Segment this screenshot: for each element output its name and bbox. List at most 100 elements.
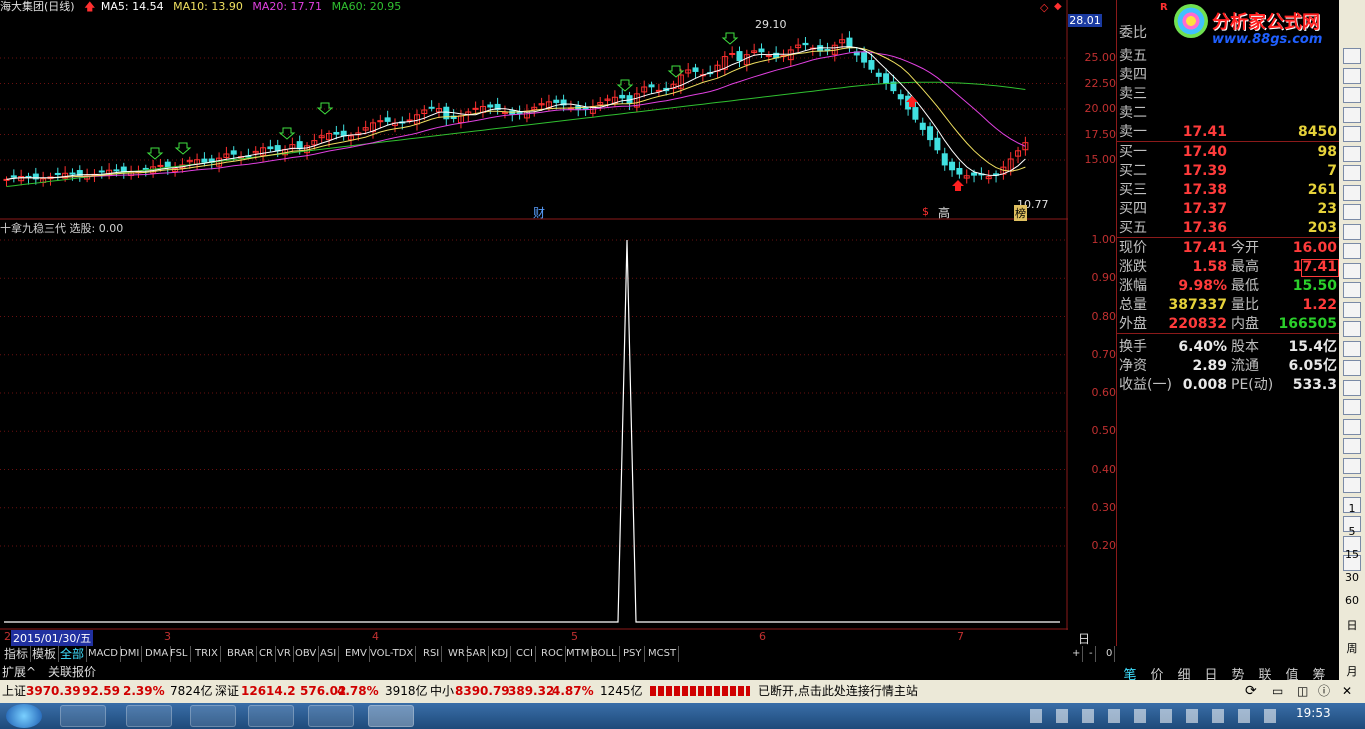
- tab-cci[interactable]: CCI: [514, 646, 536, 662]
- tab-vol-tdx[interactable]: VOL-TDX: [368, 646, 417, 662]
- period-button[interactable]: 周: [1339, 640, 1365, 656]
- toolbar-button-icon[interactable]: [1343, 477, 1361, 493]
- toolbar-button-icon[interactable]: [1343, 67, 1361, 84]
- restore-icon[interactable]: ◫: [1297, 680, 1308, 703]
- toolbar-button-icon[interactable]: [1343, 321, 1361, 337]
- toolbar-button-icon[interactable]: [1343, 204, 1361, 220]
- refresh-icon[interactable]: ⟳: [1245, 680, 1257, 703]
- period-button[interactable]: 1: [1339, 502, 1365, 515]
- stat-row[interactable]: 涨幅 9.98% 最低 15.50: [1117, 277, 1339, 296]
- toolbar-button-icon[interactable]: [1343, 243, 1361, 259]
- toolbar-button-icon[interactable]: [1343, 145, 1361, 162]
- tab-cr[interactable]: CR: [257, 646, 276, 662]
- toolbar-button-icon[interactable]: [1343, 165, 1361, 181]
- period-button[interactable]: 日: [1339, 617, 1365, 633]
- window-icon[interactable]: ▭: [1272, 680, 1283, 703]
- toolbar-button-icon[interactable]: [1343, 457, 1361, 474]
- sell-row-2[interactable]: 卖二: [1117, 104, 1339, 123]
- buy-row-4[interactable]: 买四 17.37 23: [1117, 200, 1339, 219]
- period-button[interactable]: 30: [1339, 571, 1365, 584]
- tab-control-button[interactable]: -: [1087, 646, 1096, 662]
- bang-marker[interactable]: 榜: [1014, 205, 1027, 221]
- stat-row[interactable]: 总量 387337 量比 1.22: [1117, 296, 1339, 315]
- tab-roc[interactable]: ROC: [539, 646, 566, 662]
- toolbar-button-icon[interactable]: [1343, 184, 1361, 201]
- start-button-icon[interactable]: [6, 704, 42, 728]
- taskbar-app-5-icon[interactable]: [308, 705, 354, 727]
- toolbar-button-icon[interactable]: [1343, 48, 1361, 64]
- stat-row[interactable]: 换手 6.40% 股本 15.4亿: [1117, 338, 1339, 357]
- toolbar-button-icon[interactable]: [1343, 282, 1361, 298]
- tab-vr[interactable]: VR: [275, 646, 294, 662]
- tab-全部[interactable]: 全部: [58, 646, 88, 662]
- extend-tab[interactable]: 扩展^: [2, 663, 36, 680]
- sell-row-5[interactable]: 卖五: [1117, 47, 1339, 66]
- toolbar-button-icon[interactable]: [1343, 126, 1361, 142]
- cai-marker[interactable]: 财: [533, 204, 545, 221]
- tab-指标[interactable]: 指标: [2, 646, 32, 662]
- taskbar-app-6-icon[interactable]: [368, 705, 414, 727]
- toolbar-button-icon[interactable]: [1343, 223, 1361, 240]
- stat-row[interactable]: 外盘 220832 内盘 166505: [1117, 315, 1339, 334]
- tab-macd[interactable]: MACD: [86, 646, 121, 662]
- period-button[interactable]: 15: [1339, 548, 1365, 561]
- close-icon[interactable]: ✕: [1342, 680, 1352, 703]
- tab-mcst[interactable]: MCST: [646, 646, 680, 662]
- toolbar-button-icon[interactable]: [1343, 360, 1361, 376]
- toolbar-button-icon[interactable]: [1343, 262, 1361, 279]
- tab-brar[interactable]: BRAR: [225, 646, 258, 662]
- linked-quote-tab[interactable]: 关联报价: [48, 663, 96, 680]
- tab-control-button[interactable]: 0: [1104, 646, 1116, 662]
- taskbar-app-4-icon[interactable]: [248, 705, 294, 727]
- dollar-marker[interactable]: $: [922, 205, 929, 218]
- buy-row-3[interactable]: 买三 17.38 261: [1117, 181, 1339, 200]
- gao-marker[interactable]: 高: [938, 204, 950, 221]
- sell-row-3[interactable]: 卖三: [1117, 85, 1339, 104]
- tab-sar[interactable]: SAR: [464, 646, 490, 662]
- help-icon[interactable]: ⓘ: [1318, 680, 1330, 703]
- tab-kdj[interactable]: KDJ: [489, 646, 512, 662]
- tab-control-button[interactable]: +: [1070, 646, 1084, 662]
- clock[interactable]: 19:53: [1296, 706, 1331, 720]
- stat-row[interactable]: 收益(一) 0.008 PE(动) 533.3: [1117, 376, 1339, 395]
- sell-row-4[interactable]: 卖四: [1117, 66, 1339, 85]
- tab-模板[interactable]: 模板: [30, 646, 60, 662]
- arrow-icon[interactable]: ◆: [1054, 1, 1062, 12]
- period-button[interactable]: 月: [1339, 663, 1365, 679]
- toolbar-button-icon[interactable]: [1343, 340, 1361, 357]
- tab-emv[interactable]: EMV: [343, 646, 370, 662]
- taskbar-app-1-icon[interactable]: [60, 705, 106, 727]
- tab-asi[interactable]: ASI: [318, 646, 340, 662]
- buy-row-2[interactable]: 买二 17.39 7: [1117, 162, 1339, 181]
- taskbar-ie-icon[interactable]: [126, 705, 172, 727]
- diamond-icon[interactable]: ◇: [1040, 1, 1048, 14]
- buy-row-5[interactable]: 买五 17.36 203: [1117, 219, 1339, 238]
- period-button[interactable]: 5: [1339, 525, 1365, 538]
- tab-boll[interactable]: BOLL: [589, 646, 620, 662]
- buy-row-1[interactable]: 买一 17.40 98: [1117, 143, 1339, 162]
- toolbar-button-icon[interactable]: [1343, 418, 1361, 435]
- tab-fsl[interactable]: FSL: [168, 646, 191, 662]
- weibi-row[interactable]: 委比: [1117, 24, 1339, 43]
- tab-dmi[interactable]: DMI: [118, 646, 143, 662]
- toolbar-button-icon[interactable]: [1343, 379, 1361, 396]
- tray-icons[interactable]: [1030, 709, 1280, 723]
- toolbar-button-icon[interactable]: [1343, 399, 1361, 415]
- status-message[interactable]: 已断开,点击此处连接行情主站: [758, 680, 918, 703]
- period-button[interactable]: 60: [1339, 594, 1365, 607]
- tab-dma[interactable]: DMA: [143, 646, 172, 662]
- tab-psy[interactable]: PSY: [621, 646, 645, 662]
- stat-row[interactable]: 净资 2.89 流通 6.05亿: [1117, 357, 1339, 376]
- toolbar-button-icon[interactable]: [1343, 87, 1361, 103]
- tab-trix[interactable]: TRIX: [193, 646, 221, 662]
- toolbar-button-icon[interactable]: [1343, 438, 1361, 454]
- tab-obv[interactable]: OBV: [293, 646, 320, 662]
- sell-row-1[interactable]: 卖一 17.41 8450: [1117, 123, 1339, 142]
- chart-area[interactable]: 海大集团(日线) 🡅 MA5: 14.54 MA10: 13.90 MA20: …: [0, 0, 1068, 630]
- tab-rsi[interactable]: RSI: [421, 646, 443, 662]
- toolbar-button-icon[interactable]: [1343, 106, 1361, 123]
- taskbar-folder-icon[interactable]: [190, 705, 236, 727]
- toolbar-button-icon[interactable]: [1343, 301, 1361, 318]
- stat-row[interactable]: 现价 17.41 今开 16.00: [1117, 239, 1339, 258]
- kline-chart[interactable]: [0, 0, 1068, 630]
